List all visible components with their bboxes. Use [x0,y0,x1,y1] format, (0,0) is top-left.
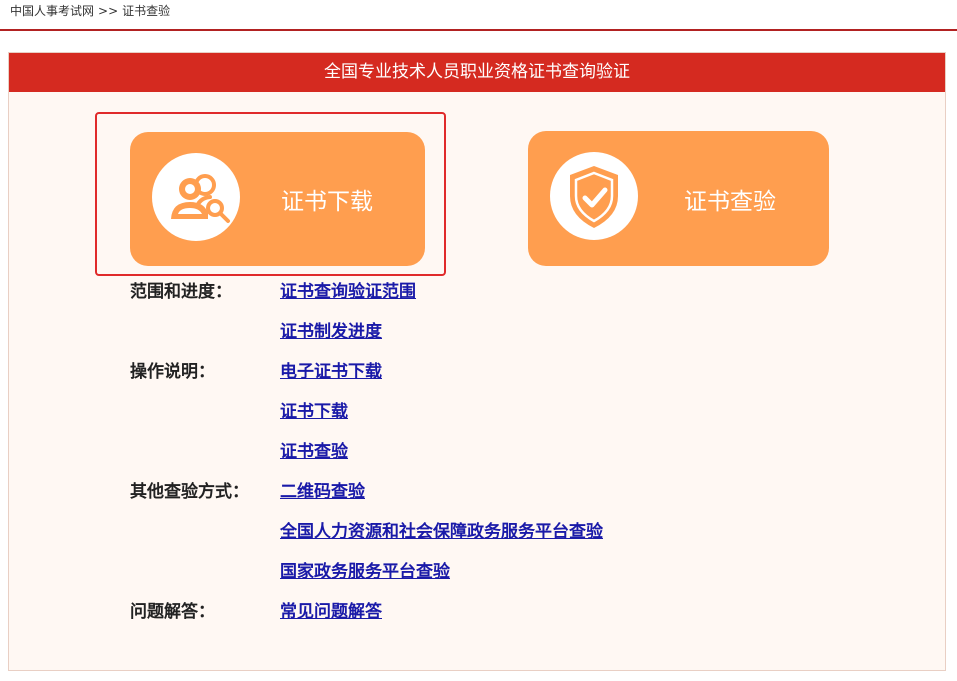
faq-label: 问题解答： [130,602,215,622]
scope-label: 范围和进度： [130,282,232,302]
faq-link[interactable]: 常见问题解答 [280,601,382,623]
panel-title: 全国专业技术人员职业资格证书查询验证 [9,53,945,92]
breadcrumb: 中国人事考试网 >> 证书查验 [10,3,170,19]
breadcrumb-separator: >> [98,4,119,18]
national-gov-platform-link[interactable]: 国家政务服务平台查验 [280,561,450,583]
certificate-verify-link[interactable]: 证书查验 [280,441,348,463]
certificate-download-link[interactable]: 证书下载 [280,401,348,423]
shield-check-icon [570,166,618,228]
hr-social-security-platform-link[interactable]: 全国人力资源和社会保障政务服务平台查验 [280,521,603,543]
operations-label: 操作说明： [130,362,215,382]
verify-tile-label: 证书查验 [684,188,776,215]
certificate-download-button[interactable]: 证书下载 [130,132,425,266]
breadcrumb-current: 证书查验 [122,4,171,18]
download-tile-label: 证书下载 [281,189,373,215]
other-methods-label: 其他查验方式： [130,482,249,502]
issuance-progress-link[interactable]: 证书制发进度 [280,321,382,343]
scope-range-link[interactable]: 证书查询验证范围 [280,281,416,303]
breadcrumb-home-link[interactable]: 中国人事考试网 [10,4,94,18]
verify-icon-circle [550,152,638,240]
e-certificate-download-link[interactable]: 电子证书下载 [280,361,382,383]
top-divider [0,29,957,31]
qr-code-verify-link[interactable]: 二维码查验 [280,481,365,503]
certificate-verify-button[interactable]: 证书查验 [528,131,829,266]
user-search-icon [171,174,230,223]
download-icon-circle [152,153,240,241]
